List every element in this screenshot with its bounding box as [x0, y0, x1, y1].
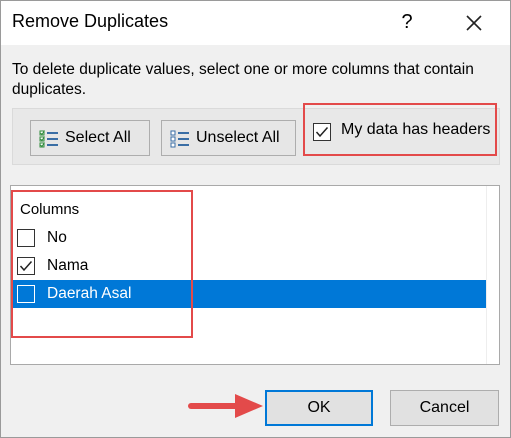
unselect-all-label: Unselect All [196, 129, 280, 146]
checkmark-icon [315, 127, 329, 138]
ok-button[interactable]: OK [265, 390, 373, 426]
list-item[interactable]: Daerah Asal [11, 280, 487, 308]
title-bar: Remove Duplicates ? [1, 1, 510, 45]
list-scrollbar[interactable] [486, 186, 499, 364]
headers-checkbox-label[interactable]: My data has headers [341, 121, 490, 139]
close-icon [466, 15, 482, 31]
select-all-label: Select All [65, 129, 131, 146]
list-item[interactable]: No [11, 224, 487, 252]
column-label: Nama [47, 257, 89, 274]
list-item[interactable]: Nama [11, 252, 487, 280]
columns-header: Columns [20, 201, 80, 218]
instructions-text: To delete duplicate values, select one o… [12, 61, 474, 98]
headers-checkbox[interactable] [313, 123, 331, 141]
help-button[interactable]: ? [395, 9, 419, 35]
column-label: No [47, 229, 67, 246]
column-checkbox[interactable] [17, 285, 35, 303]
column-checkbox[interactable] [17, 229, 35, 247]
column-label: Daerah Asal [47, 285, 132, 302]
unselect-all-icon [170, 130, 189, 148]
columns-list[interactable]: Columns No Nama Daerah Asal [10, 185, 500, 365]
arrow-icon [188, 394, 263, 418]
select-all-button[interactable]: Select All [30, 120, 150, 156]
cancel-button[interactable]: Cancel [390, 390, 499, 426]
remove-duplicates-dialog: Remove Duplicates ? To delete duplicate … [0, 0, 511, 438]
checkmark-icon [19, 261, 33, 272]
unselect-all-button[interactable]: Unselect All [161, 120, 296, 156]
column-checkbox[interactable] [17, 257, 35, 275]
dialog-title: Remove Duplicates [12, 11, 169, 31]
select-all-icon [39, 130, 58, 148]
close-button[interactable] [458, 7, 488, 37]
